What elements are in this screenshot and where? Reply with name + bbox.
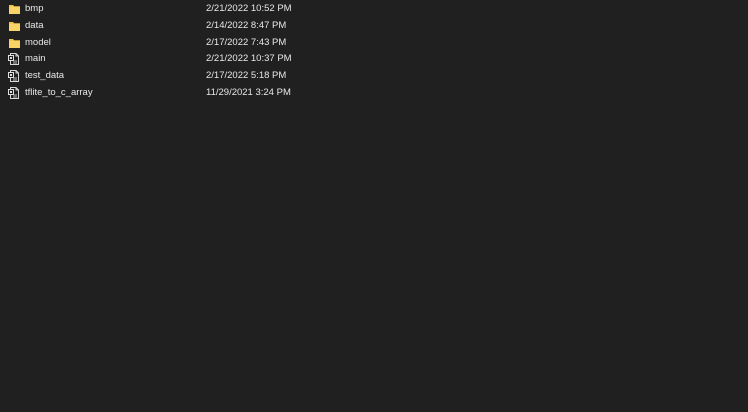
file-name: bmp [25, 3, 44, 14]
file-date: 2/17/2022 5:18 PM [206, 70, 287, 82]
file-row-model[interactable]: model 2/17/2022 7:43 PM [0, 35, 748, 52]
file-name: data [25, 19, 44, 31]
file-name: test_data [25, 70, 65, 82]
file-row-test-data[interactable]: test_data 2/17/2022 5:18 PM [0, 68, 748, 85]
file-name: model [25, 36, 51, 48]
file-row-bmp[interactable]: bmp 2/21/2022 10:52 PM [0, 1, 748, 18]
file-date: 11/29/2021 3:24 PM [206, 86, 291, 98]
file-name: tflite_to_c_array [25, 86, 93, 98]
folder-icon [8, 37, 21, 49]
python-file-icon [8, 70, 21, 83]
python-file-icon [8, 53, 21, 66]
file-date: 2/21/2022 10:52 PM [206, 3, 292, 14]
folder-icon [8, 3, 21, 15]
file-row-data[interactable]: data 2/14/2022 8:47 PM [0, 18, 748, 35]
folder-icon [8, 20, 21, 32]
file-list: bmp 2/21/2022 10:52 PM data 2/14/2022 8:… [0, 1, 748, 102]
file-date: 2/14/2022 8:47 PM [206, 19, 287, 31]
python-file-icon [8, 86, 21, 99]
file-row-tflite-to-c-array[interactable]: tflite_to_c_array 11/29/2021 3:24 PM [0, 85, 748, 102]
file-row-main[interactable]: main 2/21/2022 10:37 PM [0, 51, 748, 68]
file-date: 2/21/2022 10:37 PM [206, 53, 292, 65]
file-date: 2/17/2022 7:43 PM [206, 36, 287, 48]
file-name: main [25, 53, 46, 65]
